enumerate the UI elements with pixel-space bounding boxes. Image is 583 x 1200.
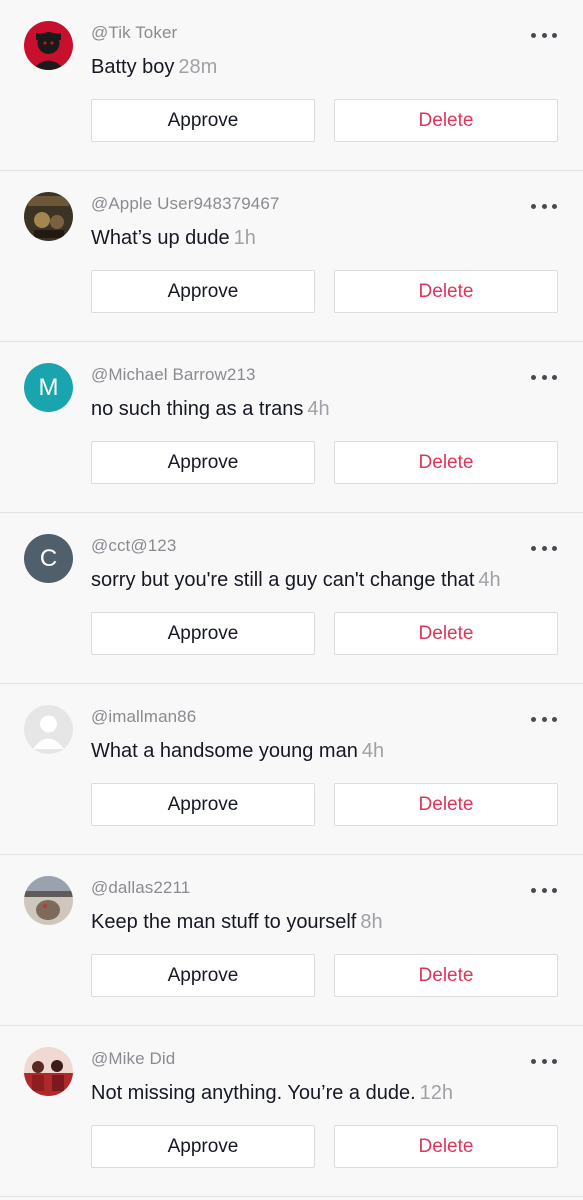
comment-item: @Apple User948379467 What’s up dude 1h Ap… [0,171,583,342]
avatar[interactable] [24,876,73,925]
avatar-letter: C [39,544,58,572]
comment-body: no such thing as a trans [91,398,304,420]
comment-item: @Mike Did Not missing anything. You’re a… [0,1026,583,1197]
comment-body: sorry but you're still a guy can't chang… [91,569,475,591]
comment-text: no such thing as a trans 4h [91,398,330,421]
more-options-icon[interactable] [531,545,557,551]
comment-list: @Tik Toker Batty boy 28m Approve Delete @… [0,0,583,1197]
avatar[interactable] [24,192,73,241]
approve-button[interactable]: Approve [91,954,315,997]
comment-item: @dallas2211 Keep the man stuff to yourse… [0,855,583,1026]
delete-button[interactable]: Delete [334,612,558,655]
comment-username[interactable]: @cct@123 [91,536,176,556]
approve-button[interactable]: Approve [91,612,315,655]
approve-button[interactable]: Approve [91,1125,315,1168]
comment-time: 8h [360,911,383,933]
more-options-icon[interactable] [531,716,557,722]
comment-body: What a handsome young man [91,740,358,762]
comment-text: What a handsome young man 4h [91,740,384,763]
comment-username[interactable]: @imallman86 [91,707,196,727]
comment-time: 1h [233,227,256,249]
avatar[interactable] [24,705,73,754]
comment-text: Not missing anything. You’re a dude. 12h [91,1082,453,1105]
delete-button[interactable]: Delete [334,99,558,142]
comment-item: M @Michael Barrow213 no such thing as a … [0,342,583,513]
avatar[interactable]: M [24,363,73,412]
avatar[interactable]: C [24,534,73,583]
comment-time: 4h [478,569,501,591]
delete-button[interactable]: Delete [334,270,558,313]
comment-body: Batty boy [91,56,175,78]
more-options-icon[interactable] [531,32,557,38]
approve-button[interactable]: Approve [91,783,315,826]
avatar-letter: M [38,373,59,401]
comment-text: Keep the man stuff to yourself 8h [91,911,383,934]
approve-button[interactable]: Approve [91,441,315,484]
comment-time: 4h [307,398,330,420]
comment-item: @imallman86 What a handsome young man 4h … [0,684,583,855]
comment-text: What’s up dude 1h [91,227,256,250]
avatar[interactable] [24,21,73,70]
comment-body: Not missing anything. You’re a dude. [91,1082,416,1104]
more-options-icon[interactable] [531,203,557,209]
more-options-icon[interactable] [531,374,557,380]
approve-button[interactable]: Approve [91,99,315,142]
more-options-icon[interactable] [531,887,557,893]
comment-item: @Tik Toker Batty boy 28m Approve Delete [0,0,583,171]
comment-username[interactable]: @Apple User948379467 [91,194,279,214]
delete-button[interactable]: Delete [334,783,558,826]
comment-text: sorry but you're still a guy can't chang… [91,569,501,592]
comment-time: 12h [419,1082,454,1104]
delete-button[interactable]: Delete [334,441,558,484]
comment-time: 28m [178,56,218,78]
approve-button[interactable]: Approve [91,270,315,313]
comment-body: Keep the man stuff to yourself [91,911,357,933]
comment-username[interactable]: @Mike Did [91,1049,175,1069]
comment-username[interactable]: @Michael Barrow213 [91,365,256,385]
comment-time: 4h [361,740,385,762]
delete-button[interactable]: Delete [334,1125,558,1168]
comment-text: Batty boy 28m [91,56,217,79]
avatar[interactable] [24,1047,73,1096]
comment-item: C @cct@123 sorry but you're still a guy … [0,513,583,684]
comment-body: What’s up dude [91,227,230,249]
delete-button[interactable]: Delete [334,954,558,997]
comment-username[interactable]: @Tik Toker [91,23,177,43]
more-options-icon[interactable] [531,1058,557,1064]
comment-username[interactable]: @dallas2211 [91,878,190,898]
